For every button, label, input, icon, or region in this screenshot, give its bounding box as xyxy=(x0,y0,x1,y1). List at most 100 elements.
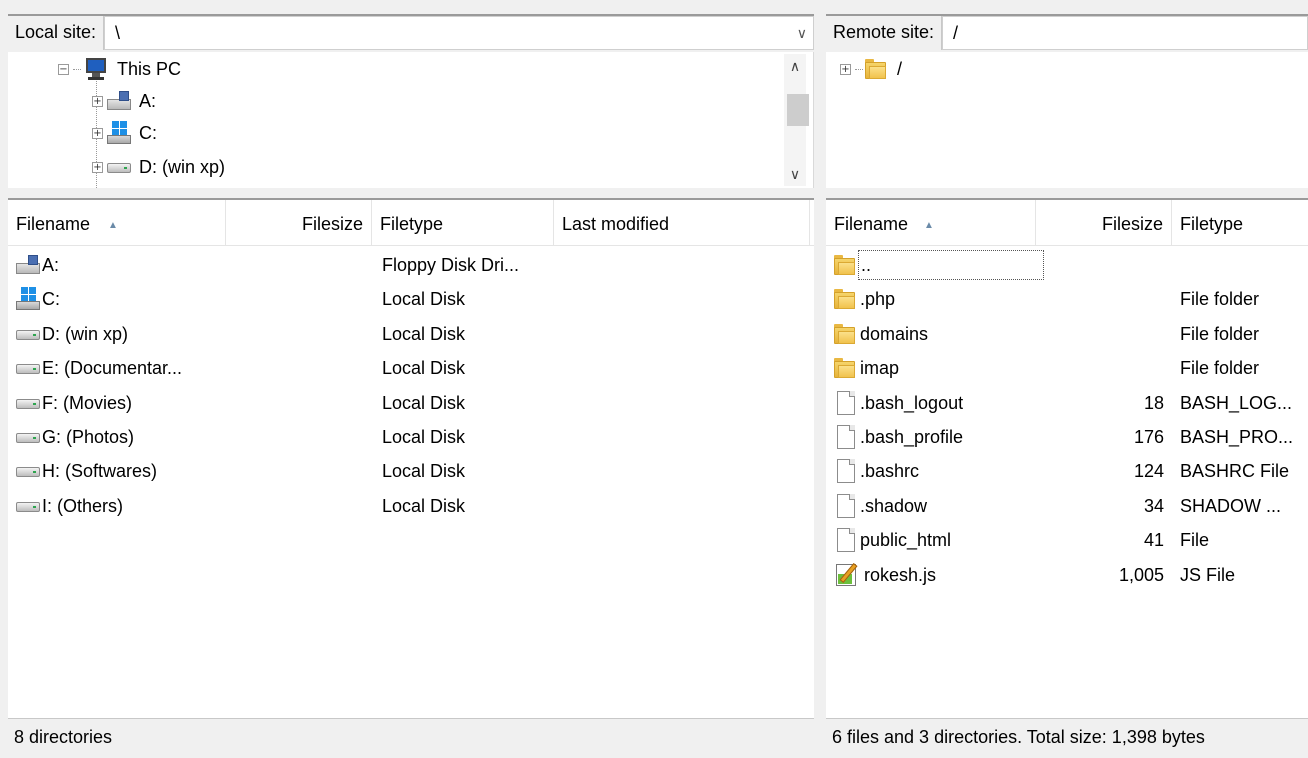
file-size: 176 xyxy=(1133,427,1164,447)
local-site-path-value: \ xyxy=(115,23,121,43)
file-type: SHADOW ... xyxy=(1180,495,1282,516)
column-filetype[interactable]: Filetype xyxy=(372,200,554,246)
file-name: domains xyxy=(860,323,929,344)
column-filesize[interactable]: Filesize xyxy=(226,200,372,246)
file-size: 124 xyxy=(1133,461,1164,482)
remote-status-bar: 6 files and 3 directories. Total size: 1… xyxy=(826,718,1308,754)
hard-drive-icon xyxy=(16,396,40,410)
file-name: imap xyxy=(860,358,900,379)
table-row[interactable]: D: (win xp) Local Disk xyxy=(8,317,814,351)
file-size xyxy=(226,489,364,523)
table-row[interactable]: E: (Documentar... Local Disk xyxy=(8,351,814,385)
hard-drive-icon xyxy=(16,327,40,341)
chevron-down-icon[interactable]: ∨ xyxy=(797,17,807,49)
scroll-thumb[interactable] xyxy=(787,94,809,126)
local-site-path-input[interactable]: \ ∨ xyxy=(104,16,814,50)
table-row[interactable]: .bash_profile 176 BASH_PRO... xyxy=(826,420,1308,454)
file-type: File folder xyxy=(1180,289,1260,310)
tree-item-d[interactable]: + D: (win xp) xyxy=(92,152,225,182)
file-size xyxy=(226,420,364,454)
column-filesize[interactable]: Filesize xyxy=(1036,200,1172,246)
table-row[interactable]: .shadow 34 SHADOW ... xyxy=(826,489,1308,523)
expand-icon[interactable]: + xyxy=(92,95,103,107)
table-row[interactable]: F: (Movies) Local Disk xyxy=(8,386,814,420)
column-last-modified[interactable]: Last modified xyxy=(554,200,810,246)
column-filetype[interactable]: Filetype xyxy=(1172,200,1308,246)
file-type xyxy=(1180,248,1308,282)
tree-dots xyxy=(855,68,863,70)
collapse-icon[interactable]: − xyxy=(58,63,69,75)
table-row[interactable]: .. xyxy=(826,248,1308,282)
file-type: BASHRC File xyxy=(1180,461,1290,482)
local-list-header: Filename ▲ Filesize Filetype Last modifi… xyxy=(8,200,814,246)
file-type: File folder xyxy=(1180,358,1260,379)
sort-ascending-icon: ▲ xyxy=(924,220,934,231)
tree-item-label: C: xyxy=(139,122,157,143)
remote-directory-tree: + / xyxy=(826,52,1308,188)
file-size: 1,005 xyxy=(1118,564,1164,585)
expand-icon[interactable]: + xyxy=(92,127,103,139)
tree-item-label: This PC xyxy=(117,58,182,79)
table-row[interactable]: .bash_logout 18 BASH_LOG... xyxy=(826,386,1308,420)
folder-icon xyxy=(834,288,856,310)
file-size xyxy=(226,317,364,351)
table-row[interactable]: A: Floppy Disk Dri... xyxy=(8,248,814,282)
expand-icon[interactable]: + xyxy=(840,63,851,75)
tree-item-a[interactable]: + A: xyxy=(92,86,156,116)
scroll-up-icon[interactable]: ∧ xyxy=(784,54,806,78)
file-name: D: (win xp) xyxy=(42,323,129,344)
table-row[interactable]: C: Local Disk xyxy=(8,282,814,316)
tree-item-root[interactable]: + / xyxy=(840,54,902,84)
js-file-icon xyxy=(834,562,860,588)
file-size xyxy=(1036,248,1164,282)
table-row[interactable]: .bashrc 124 BASHRC File xyxy=(826,454,1308,488)
tree-item-c[interactable]: + C: xyxy=(92,118,157,148)
file-name: .bashrc xyxy=(860,461,920,482)
pane-splitter[interactable] xyxy=(814,0,826,758)
table-row[interactable]: I: (Others) Local Disk xyxy=(8,489,814,523)
scroll-down-icon[interactable]: ∨ xyxy=(784,162,806,186)
file-name: E: (Documentar... xyxy=(42,358,183,379)
file-type: JS File xyxy=(1180,564,1236,585)
file-name: .bash_logout xyxy=(860,392,964,413)
file-size: 34 xyxy=(1143,495,1164,516)
file-type: Local Disk xyxy=(382,495,466,516)
local-status-bar: 8 directories xyxy=(8,718,814,754)
file-name: rokesh.js xyxy=(864,564,937,585)
floppy-drive-icon xyxy=(107,91,131,111)
table-row[interactable]: imap File folder xyxy=(826,351,1308,385)
remote-site-path-value: / xyxy=(953,23,959,43)
hard-drive-icon xyxy=(16,464,40,478)
tree-item-label: D: (win xp) xyxy=(139,156,226,177)
table-row[interactable]: public_html 41 File xyxy=(826,523,1308,557)
tree-scrollbar[interactable]: ∧ ∨ xyxy=(784,54,809,186)
file-icon xyxy=(834,493,856,519)
table-row[interactable]: H: (Softwares) Local Disk xyxy=(8,454,814,488)
expand-icon[interactable]: + xyxy=(92,161,103,173)
file-type: Local Disk xyxy=(382,461,466,482)
tree-item-this-pc[interactable]: − This PC xyxy=(58,54,181,84)
table-row[interactable]: G: (Photos) Local Disk xyxy=(8,420,814,454)
file-size xyxy=(1036,351,1164,385)
floppy-drive-icon xyxy=(16,255,40,275)
table-row[interactable]: rokesh.js 1,005 JS File xyxy=(826,558,1308,592)
file-size xyxy=(226,386,364,420)
file-name: .bash_profile xyxy=(860,427,964,447)
file-type: Local Disk xyxy=(382,289,466,310)
file-size xyxy=(226,282,364,316)
file-type: Local Disk xyxy=(382,392,466,413)
table-row[interactable]: domains File folder xyxy=(826,317,1308,351)
file-name: .shadow xyxy=(860,495,928,516)
file-type: File folder xyxy=(1180,323,1260,344)
file-icon xyxy=(834,458,856,484)
table-row[interactable]: .php File folder xyxy=(826,282,1308,316)
column-filename[interactable]: Filename ▲ xyxy=(826,200,1036,246)
file-icon xyxy=(834,424,856,450)
remote-file-list: Filename ▲ Filesize Filetype .. .php File … xyxy=(826,198,1308,718)
column-filename[interactable]: Filename ▲ xyxy=(8,200,226,246)
file-name: F: (Movies) xyxy=(42,392,132,413)
remote-site-path-input[interactable]: / xyxy=(942,16,1308,50)
file-type: BASH_LOG... xyxy=(1180,392,1293,413)
file-name: .php xyxy=(860,289,896,310)
folder-icon xyxy=(834,357,856,379)
